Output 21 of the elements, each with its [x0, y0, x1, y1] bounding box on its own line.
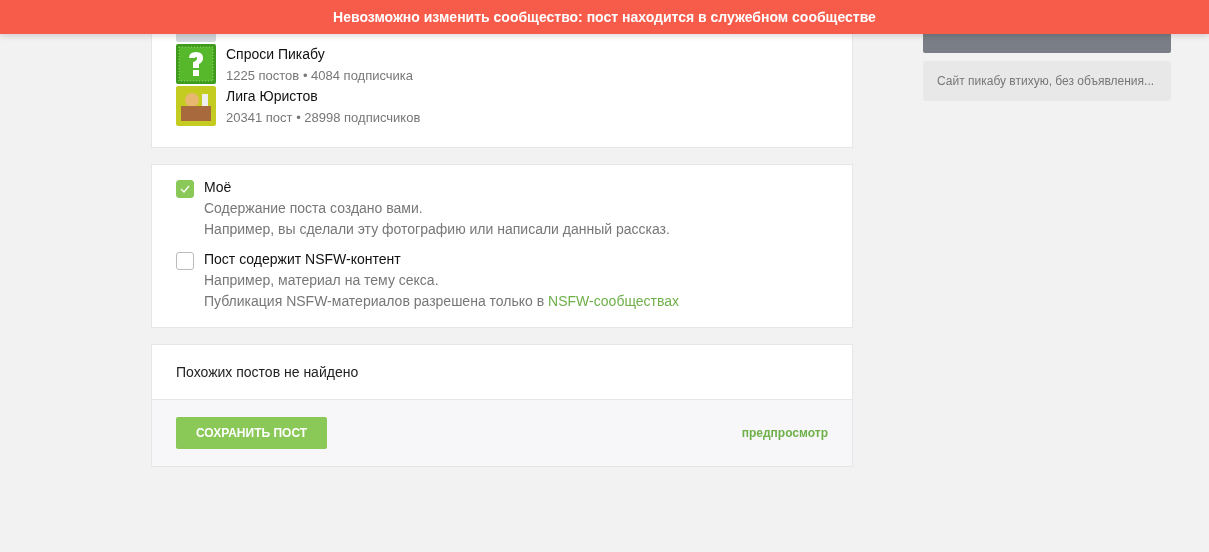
nsfw-link[interactable]: NSFW-сообществах	[548, 293, 680, 309]
preview-link[interactable]: предпросмотр	[741, 426, 828, 440]
community-name[interactable]: Лига Юристов	[226, 87, 421, 104]
checkbox[interactable]	[176, 180, 194, 198]
desk-drawing	[176, 86, 216, 126]
question-mark-icon	[176, 44, 216, 84]
community-stats: 20341 пост • 28998 подписчиков	[226, 109, 421, 125]
error-banner: Невозможно изменить сообщество: пост находится в служебном сообществе	[0, 0, 1209, 34]
similar-posts-text: Похожих постов не найдено	[175, 363, 360, 382]
sidebar-caption[interactable]: Сайт пикабу втихую, без объявления...	[923, 61, 1171, 101]
option-description: Содержание поста создано вами.	[204, 200, 424, 216]
option-label: Пост содержит NSFW-контент	[204, 251, 402, 267]
option-description: Публикация NSFW-материалов разрешена только в NSFW-сообществах	[204, 293, 680, 309]
save-button[interactable]: СОХРАНИТЬ ПОСТ	[176, 417, 328, 449]
option-description: Например, вы сделали эту фотографию или написали данный рассказ.	[204, 221, 670, 237]
community-stats: 1225 постов • 4084 подписчика	[226, 67, 414, 83]
checkbox[interactable]	[176, 252, 194, 270]
community-name[interactable]: Спроси Пикабу	[226, 45, 414, 62]
checkmark-icon	[180, 185, 190, 193]
option-label: Моё	[204, 179, 233, 195]
option-description: Например, материал на тему секса.	[204, 272, 440, 288]
